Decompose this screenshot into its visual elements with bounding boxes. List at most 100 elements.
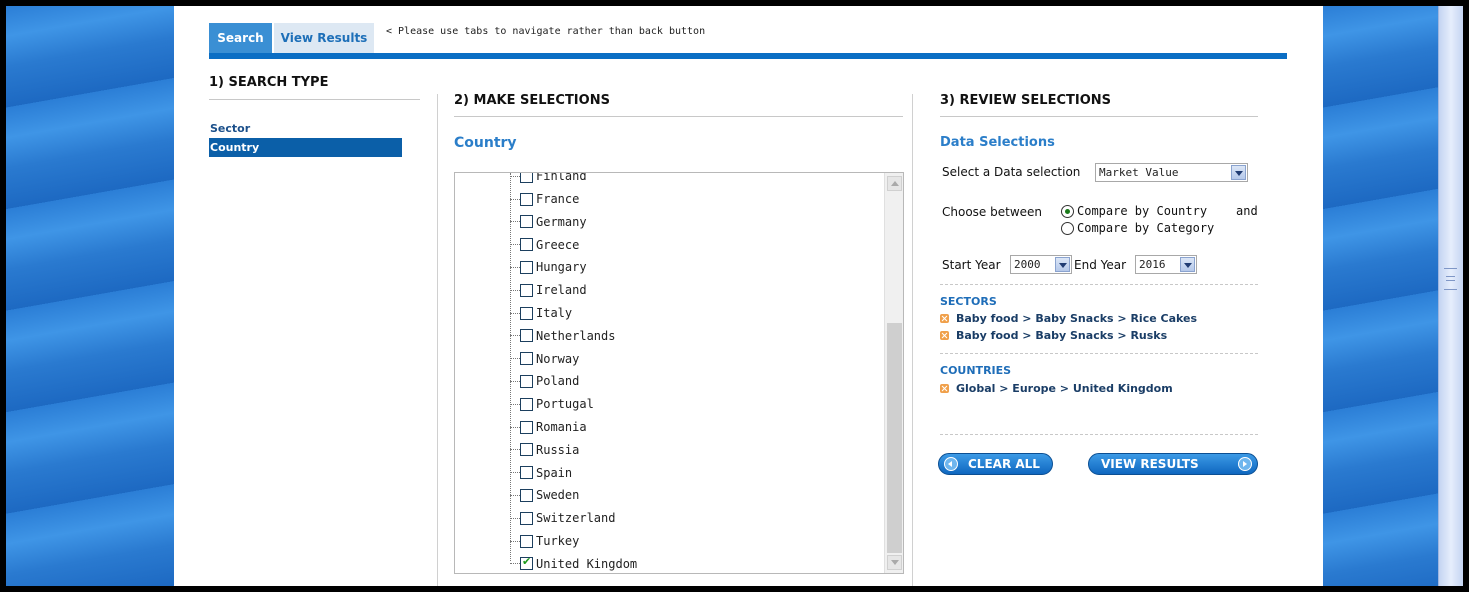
compare-country-label: Compare by Country	[1077, 204, 1208, 218]
country-checkbox[interactable]	[520, 555, 533, 571]
start-year-value: 2000	[1014, 258, 1041, 271]
arrow-left-icon	[944, 457, 958, 471]
main-panel: Search View Results < Please use tabs to…	[174, 6, 1323, 592]
tree-item-label: Hungary	[536, 260, 587, 275]
radio-compare-country[interactable]	[1061, 205, 1074, 218]
tree-item-country[interactable]: Spain	[510, 463, 572, 483]
scrollbar-grip-icon[interactable]	[1444, 268, 1457, 290]
view-results-label: VIEW RESULTS	[1101, 457, 1199, 471]
data-selection-value: Market Value	[1099, 166, 1179, 179]
tree-item-label: Turkey	[536, 534, 580, 548]
tree-item-label: Sweden	[536, 488, 580, 503]
country-checkbox[interactable]	[520, 443, 533, 457]
country-checkbox[interactable]	[520, 260, 533, 274]
arrow-right-icon	[1238, 457, 1252, 471]
data-selection-label: Select a Data selection	[942, 165, 1081, 179]
country-checkbox[interactable]	[520, 283, 533, 297]
search-type-divider	[209, 99, 420, 100]
radio-compare-category[interactable]	[1061, 222, 1074, 235]
selection-subtitle: Country	[454, 135, 517, 151]
search-type-country[interactable]: Country	[209, 138, 402, 157]
navigation-note: < Please use tabs to navigate rather tha…	[386, 26, 706, 37]
scroll-up-icon[interactable]	[887, 176, 902, 191]
tree-item-country[interactable]: Norway	[510, 349, 579, 369]
scroll-down-icon[interactable]	[887, 555, 902, 570]
search-type-sector[interactable]: Sector	[209, 119, 402, 138]
and-label: and	[1236, 204, 1258, 218]
tree-item-country[interactable]: Turkey	[510, 531, 579, 551]
data-selections-subtitle: Data Selections	[940, 135, 1055, 150]
country-tree[interactable]: Finland France Germany Greece Hungary Irelan…	[454, 172, 904, 574]
tree-scrollbar[interactable]	[884, 173, 903, 573]
tree-item-label: Netherlands	[536, 328, 616, 343]
tree-item-label: Greece	[536, 237, 580, 252]
start-year-label: Start Year	[942, 258, 1001, 272]
country-checkbox[interactable]	[520, 306, 533, 320]
tab-view-results[interactable]: View Results	[274, 23, 374, 53]
tree-item-country[interactable]: Italy	[510, 303, 572, 323]
tree-item-country[interactable]: Sweden	[510, 485, 579, 505]
tree-item-country[interactable]: Ireland	[510, 280, 587, 300]
chevron-down-icon	[1231, 165, 1246, 180]
scroll-thumb[interactable]	[887, 323, 902, 553]
tree-item-label: Ireland	[536, 283, 587, 298]
country-checkbox[interactable]	[520, 397, 533, 411]
clear-all-label: CLEAR ALL	[968, 457, 1040, 471]
background-left	[6, 6, 174, 592]
tree-item-country[interactable]: Russia	[510, 440, 579, 460]
country-selection: Global > Europe > United Kingdom	[940, 382, 1173, 395]
tree-item-label: Portugal	[536, 397, 594, 412]
chevron-down-icon	[1180, 257, 1195, 272]
clear-all-button[interactable]: CLEAR ALL	[938, 453, 1053, 475]
tree-item-country[interactable]: France	[510, 189, 579, 209]
tree-item-country[interactable]: Hungary	[510, 257, 587, 277]
country-checkbox[interactable]	[520, 488, 533, 502]
country-checkbox[interactable]	[520, 192, 533, 206]
start-year-dropdown[interactable]: 2000	[1010, 255, 1072, 274]
data-selection-dropdown[interactable]: Market Value	[1095, 163, 1248, 182]
sector-selection-label: Baby food > Baby Snacks > Rice Cakes	[956, 312, 1198, 325]
country-checkbox[interactable]	[520, 352, 533, 366]
country-checkbox[interactable]	[520, 374, 533, 388]
page-scrollbar[interactable]	[1438, 6, 1463, 592]
country-checkbox[interactable]	[520, 238, 533, 252]
country-checkbox[interactable]	[520, 466, 533, 480]
tree-item-partial[interactable]: Finland	[510, 173, 587, 186]
dashed-divider	[940, 434, 1258, 435]
country-checkbox[interactable]	[520, 329, 533, 343]
remove-icon[interactable]	[940, 314, 949, 323]
column-divider-2	[912, 94, 913, 592]
column-divider-1	[437, 94, 438, 592]
country-checkbox[interactable]	[520, 511, 533, 525]
tree-item-label: Poland	[536, 374, 580, 389]
country-selection-label: Global > Europe > United Kingdom	[956, 382, 1173, 395]
end-year-value: 2016	[1139, 258, 1166, 271]
tree-item-label: France	[536, 192, 580, 206]
sector-selection: Baby food > Baby Snacks > Rusks	[940, 329, 1167, 342]
tree-item-label: Italy	[536, 306, 573, 320]
tree-item-country[interactable]: Portugal	[510, 394, 594, 414]
remove-icon[interactable]	[940, 331, 949, 340]
tree-item-country[interactable]: Germany	[510, 212, 587, 232]
background-right	[1323, 6, 1438, 592]
tab-search[interactable]: Search	[209, 23, 272, 53]
country-checkbox[interactable]	[520, 534, 533, 548]
tree-item-country[interactable]: United Kingdom	[510, 554, 637, 573]
sectors-heading: SECTORS	[940, 295, 997, 308]
chevron-down-icon	[1055, 257, 1070, 272]
tree-item-label: Switzerland	[536, 511, 616, 526]
tree-item-country[interactable]: Greece	[510, 235, 579, 255]
tree-item-country[interactable]: Romania	[510, 417, 587, 437]
country-checkbox[interactable]	[520, 420, 533, 434]
view-results-button[interactable]: VIEW RESULTS	[1088, 453, 1258, 475]
tree-item-country[interactable]: Netherlands	[510, 326, 615, 346]
end-year-label: End Year	[1074, 258, 1127, 272]
tree-item-country[interactable]: Poland	[510, 371, 579, 391]
choose-between-label: Choose between	[942, 205, 1043, 219]
tree-item-country[interactable]: Switzerland	[510, 508, 615, 528]
remove-icon[interactable]	[940, 384, 949, 393]
tree-item-label: Germany	[536, 214, 587, 229]
make-selections-divider	[454, 116, 903, 117]
end-year-dropdown[interactable]: 2016	[1135, 255, 1197, 274]
country-checkbox[interactable]	[520, 215, 533, 229]
